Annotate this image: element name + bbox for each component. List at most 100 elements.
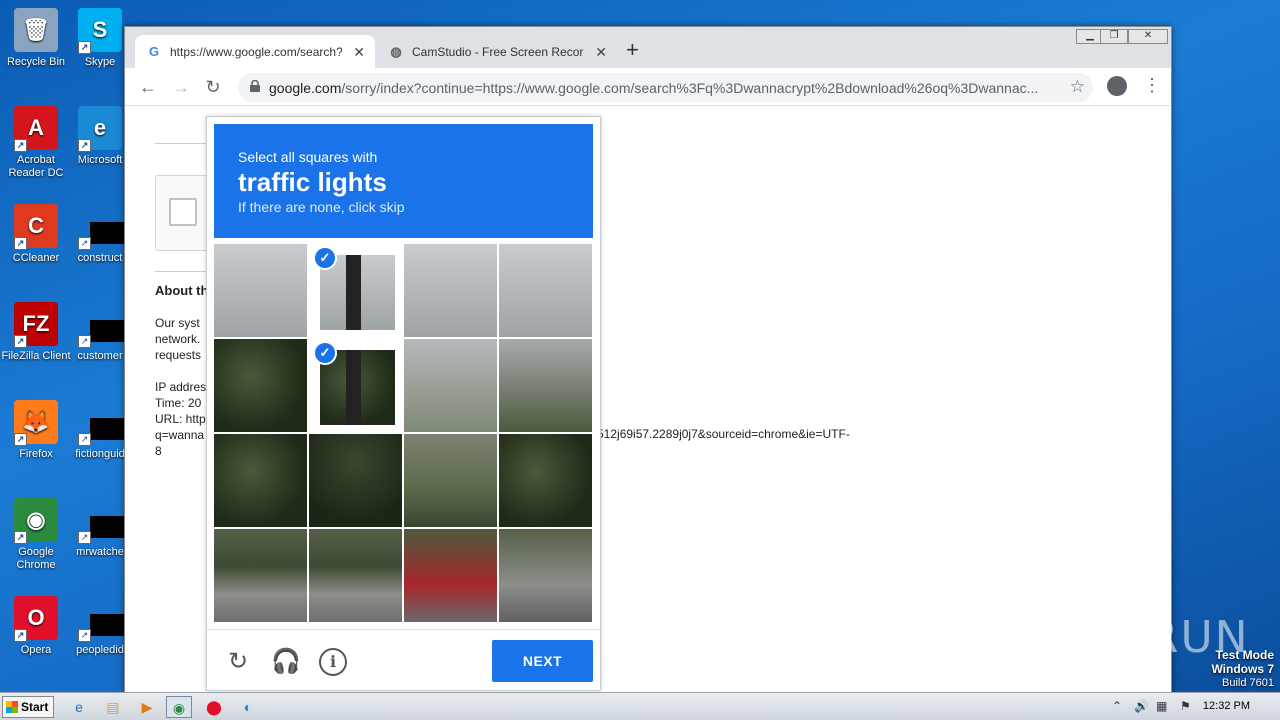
shortcut-arrow-icon: ↗ <box>14 433 27 446</box>
page-text-line: IP addres <box>155 380 207 394</box>
app-icon: 🦊 ↗ <box>14 400 58 446</box>
browser-toolbar: ← → ↻ google.com/sorry/index?continue=ht… <box>125 68 1171 106</box>
desktop-icon-label: FileZilla Client <box>1 350 71 362</box>
lock-icon <box>250 80 260 92</box>
captcha-tile[interactable]: ✓ <box>309 339 402 432</box>
headphones-icon[interactable]: 🎧 <box>271 648 301 676</box>
desktop-icon-label: Acrobat Reader DC <box>8 154 64 179</box>
app-icon: ↗ <box>78 400 126 446</box>
tab-google-search[interactable]: G https://www.google.com/search?q= ✕ <box>135 35 375 68</box>
shortcut-arrow-icon: ↗ <box>14 531 27 544</box>
shortcut-arrow-icon: ↗ <box>78 531 91 544</box>
shortcut-arrow-icon: ↗ <box>78 629 91 642</box>
captcha-tile[interactable] <box>309 529 402 622</box>
shortcut-arrow-icon: ↗ <box>78 139 91 152</box>
desktop-icon-opera[interactable]: O ↗ Opera <box>0 596 72 657</box>
page-text-line: requests <box>155 348 202 362</box>
forward-arrow-icon[interactable]: → <box>170 76 192 98</box>
reload-challenge-icon[interactable]: ↻ <box>224 648 252 676</box>
captcha-tile[interactable] <box>309 434 402 527</box>
app-icon: O ↗ <box>14 596 58 642</box>
desktop-icon-ccleaner[interactable]: C ↗ CCleaner <box>0 204 72 265</box>
shortcut-arrow-icon: ↗ <box>78 433 91 446</box>
captcha-tile[interactable] <box>499 434 592 527</box>
explorer-taskbar-icon[interactable]: ▤ <box>100 696 126 718</box>
shortcut-arrow-icon: ↗ <box>78 41 91 54</box>
app-icon: ↗ <box>78 302 126 348</box>
app-icon: A ↗ <box>14 106 58 152</box>
recaptcha-checkbox[interactable] <box>169 198 197 226</box>
clock[interactable]: 12:32 PM <box>1203 700 1250 712</box>
tab-strip: G https://www.google.com/search?q= ✕ ◍ C… <box>125 27 1171 68</box>
hint-text: If there are none, click skip <box>238 199 405 215</box>
captcha-tile[interactable] <box>404 434 497 527</box>
system-tray: ⌃ 🔊 ▦ ⚑ 12:32 PM <box>1104 693 1280 720</box>
close-icon[interactable]: ✕ <box>353 44 365 61</box>
captcha-tile[interactable] <box>214 434 307 527</box>
app-icon: ↗ <box>78 596 126 642</box>
info-icon[interactable]: i <box>319 648 347 676</box>
captcha-tile[interactable] <box>214 529 307 622</box>
page-text-line: URL: http <box>155 412 206 426</box>
build-text: Build 7601 <box>1222 677 1274 689</box>
captcha-tile[interactable] <box>404 244 497 337</box>
page-text-line: Our syst <box>155 316 200 330</box>
address-bar[interactable]: google.com/sorry/index?continue=https://… <box>238 73 1093 102</box>
page-text-line: 8 <box>155 444 162 458</box>
profile-avatar-icon[interactable] <box>1107 76 1127 96</box>
desktop-icon-filezilla-client[interactable]: FZ ↗ FileZilla Client <box>0 302 72 363</box>
menu-dots-icon[interactable]: ⋮ <box>1143 75 1161 95</box>
captcha-tile[interactable] <box>214 244 307 337</box>
about-heading: About th <box>155 283 209 298</box>
tray-expand-icon[interactable]: ⌃ <box>1112 699 1122 713</box>
desktop-icon-label: Google Chrome <box>16 546 56 571</box>
captcha-tile[interactable] <box>404 529 497 622</box>
bookmark-star-icon[interactable]: ☆ <box>1070 77 1085 97</box>
chrome-taskbar-icon[interactable]: ◉ <box>166 696 192 718</box>
captcha-tile[interactable] <box>404 339 497 432</box>
next-button[interactable]: NEXT <box>492 640 593 682</box>
desktop-icon-recycle-bin[interactable]: 🗑 Recycle Bin <box>0 8 72 69</box>
back-arrow-icon[interactable]: ← <box>137 76 159 98</box>
google-g-icon: G <box>148 43 160 59</box>
desktop-icon-google-chrome[interactable]: ◉ ↗ Google Chrome <box>0 498 72 572</box>
challenge-header: Select all squares with traffic lights I… <box>214 124 593 238</box>
edge-taskbar-icon[interactable]: ◐ <box>235 696 261 718</box>
shortcut-arrow-icon: ↗ <box>78 335 91 348</box>
tab-title: CamStudio - Free Screen Recording <box>412 44 584 59</box>
captcha-tile[interactable] <box>214 339 307 432</box>
desktop-icon-acrobat-reader-dc[interactable]: A ↗ Acrobat Reader DC <box>0 106 72 180</box>
close-icon[interactable]: ✕ <box>595 44 607 61</box>
url-text: google.com/sorry/index?continue=https://… <box>269 80 1039 96</box>
desktop-icon-firefox[interactable]: 🦊 ↗ Firefox <box>0 400 72 461</box>
start-button[interactable]: Start <box>2 696 54 718</box>
desktop-icon-label: Opera <box>20 644 52 656</box>
window-close-button[interactable]: ✕ <box>1128 29 1168 44</box>
tab-camstudio[interactable]: ◍ CamStudio - Free Screen Recording ✕ <box>377 35 617 68</box>
windows-flag-icon <box>6 701 18 713</box>
captcha-tile[interactable] <box>499 529 592 622</box>
globe-icon: ◍ <box>390 43 402 59</box>
captcha-tile[interactable] <box>499 339 592 432</box>
desktop-icon-label: Firefox <box>19 448 53 460</box>
new-tab-button[interactable]: + <box>626 39 639 61</box>
app-icon: 🗑 <box>14 8 58 52</box>
shortcut-arrow-icon: ↗ <box>14 629 27 642</box>
page-text-line: network. <box>155 332 201 346</box>
app-icon: ◉ ↗ <box>14 498 58 544</box>
ie-taskbar-icon[interactable]: e <box>66 696 92 718</box>
restore-button[interactable]: ❐ <box>1100 29 1128 44</box>
volume-icon[interactable]: 🔊 <box>1134 699 1149 713</box>
reload-icon[interactable]: ↻ <box>202 76 224 98</box>
captcha-tile[interactable]: ✓ <box>309 244 402 337</box>
app-icon: e ↗ <box>78 106 122 152</box>
challenge-footer: ↻ 🎧 i NEXT <box>207 629 600 691</box>
tab-title: https://www.google.com/search?q= <box>170 44 342 59</box>
action-center-icon[interactable]: ⚑ <box>1180 699 1191 713</box>
network-icon[interactable]: ▦ <box>1156 699 1167 713</box>
test-mode-text: Test Mode <box>1215 648 1274 662</box>
opera-taskbar-icon[interactable]: ⬤ <box>201 696 227 718</box>
media-player-taskbar-icon[interactable]: ▶ <box>134 696 160 718</box>
captcha-tile[interactable] <box>499 244 592 337</box>
app-icon: FZ ↗ <box>14 302 58 348</box>
